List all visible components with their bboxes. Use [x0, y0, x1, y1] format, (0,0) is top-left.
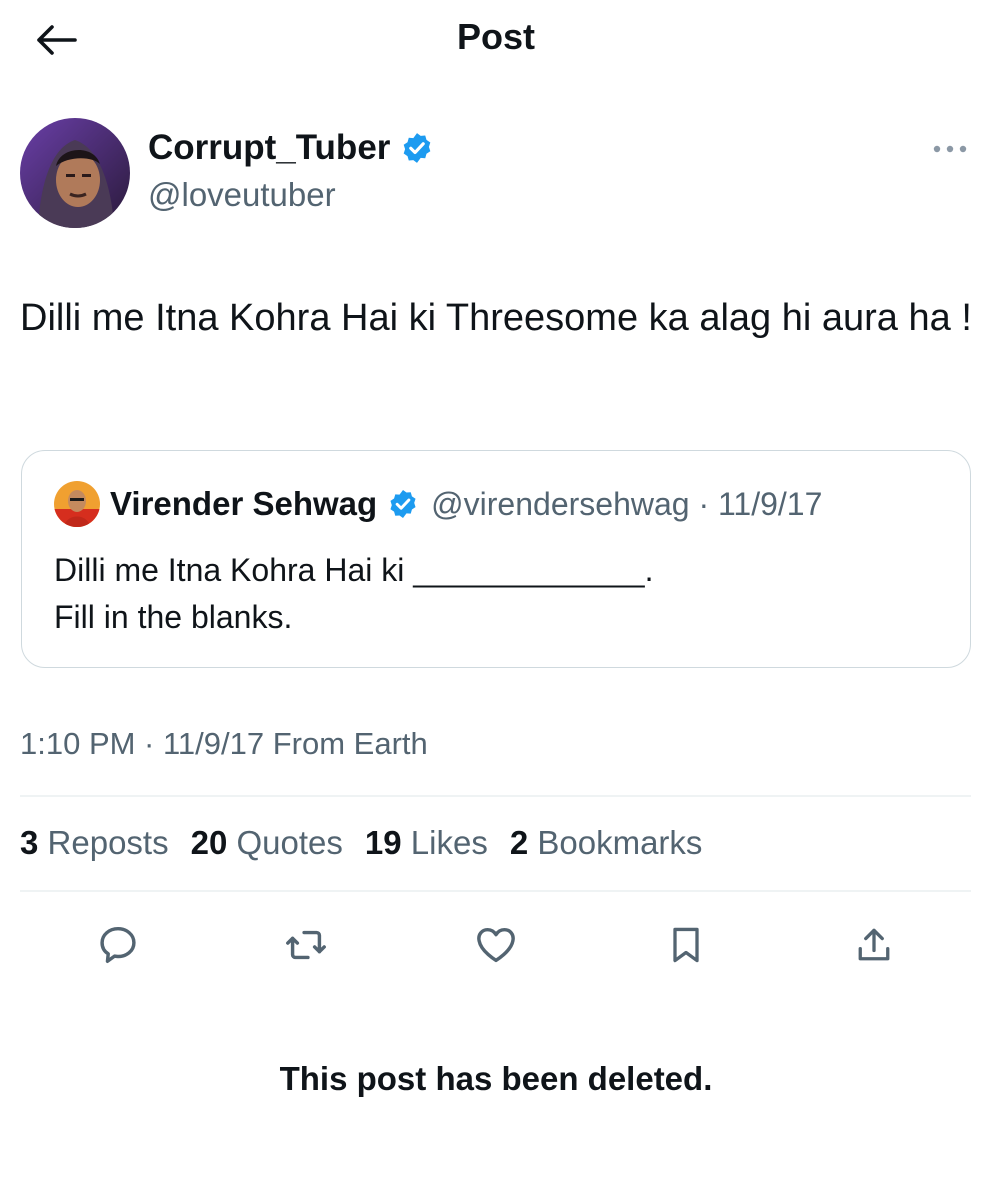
- post-text: Dilli me Itna Kohra Hai ki Threesome ka …: [20, 297, 972, 339]
- repost-button[interactable]: [276, 912, 336, 978]
- reply-icon: [100, 926, 136, 964]
- divider: [20, 795, 971, 797]
- quoted-post-card[interactable]: Virender Sehwag @virendersehwag · 11/9/1…: [21, 450, 971, 668]
- quoted-post-line-2: Fill in the blanks.: [54, 599, 293, 635]
- heart-icon: [477, 927, 515, 963]
- stat-reposts[interactable]: 3 Reposts: [20, 824, 169, 862]
- post-timestamp[interactable]: 1:10 PM · 11/9/17 From Earth: [20, 726, 428, 762]
- quoted-post-text: Dilli me Itna Kohra Hai ki _____________…: [54, 547, 934, 641]
- bookmark-icon: [673, 927, 699, 963]
- stat-likes[interactable]: 19 Likes: [365, 824, 488, 862]
- deleted-notice: This post has been deleted.: [279, 1060, 713, 1097]
- page-title: Post: [456, 16, 535, 57]
- author-name[interactable]: Corrupt_Tuber: [148, 128, 390, 168]
- more-horizontal-icon: [933, 145, 967, 153]
- repost-icon: [286, 930, 326, 960]
- author-handle[interactable]: @loveutuber: [148, 176, 336, 214]
- author-avatar[interactable]: [20, 118, 130, 228]
- divider: [20, 890, 971, 892]
- stat-bookmarks[interactable]: 2 Bookmarks: [510, 824, 703, 862]
- more-options-button[interactable]: [928, 134, 972, 164]
- verified-badge-icon: [404, 133, 431, 163]
- quoted-author-handle-date[interactable]: @virendersehwag · 11/9/17: [431, 486, 822, 523]
- like-button[interactable]: [466, 912, 526, 978]
- share-button[interactable]: [844, 912, 904, 978]
- share-icon: [858, 928, 890, 961]
- reply-button[interactable]: [88, 912, 148, 978]
- stat-quotes[interactable]: 20 Quotes: [191, 824, 343, 862]
- quoted-post-header: Virender Sehwag @virendersehwag · 11/9/1…: [54, 481, 822, 527]
- quoted-author-avatar[interactable]: [54, 481, 100, 527]
- post-detail-page: Post Corrupt_Tuber @loveutuber Dilli me …: [0, 0, 992, 1200]
- engagement-stats: 3 Reposts 20 Quotes 19 Likes 2 Bookmarks: [20, 824, 702, 862]
- action-bar: [0, 912, 992, 978]
- quoted-post-line-1: Dilli me Itna Kohra Hai ki _____________…: [54, 552, 654, 588]
- author-name-row[interactable]: Corrupt_Tuber: [148, 128, 434, 168]
- bookmark-button[interactable]: [656, 912, 716, 978]
- verified-badge-icon: [390, 490, 416, 518]
- header: Post: [0, 0, 992, 80]
- quoted-author-name[interactable]: Virender Sehwag: [110, 485, 377, 523]
